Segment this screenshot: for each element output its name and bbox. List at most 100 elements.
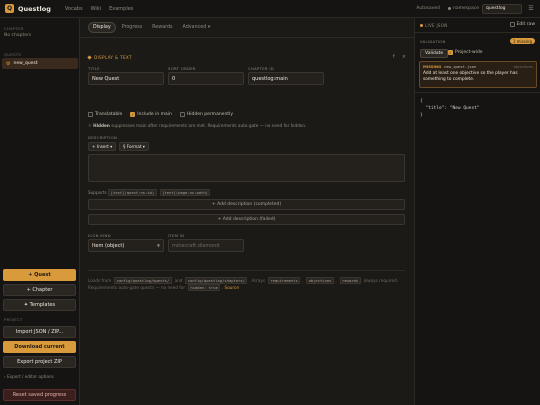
edit-raw-checkbox[interactable]: Edit raw (509, 22, 535, 27)
footer-note: Loads from config/questlog/quests/ and c… (88, 277, 408, 291)
footer-divider (88, 270, 405, 271)
tab-display[interactable]: Display (88, 22, 116, 33)
namespace-label: namespace (448, 6, 479, 11)
hidden-hint: ☼ Hidden suppresses main after requireme… (88, 123, 306, 128)
item-id-label: ITEM ID (168, 233, 185, 238)
nav-wiki[interactable]: Wiki (91, 6, 102, 12)
checkbox-unchecked-icon (509, 22, 515, 27)
hidden-permanently-checkbox[interactable]: Hidden permanently (179, 112, 233, 117)
message-field: objectives (513, 64, 533, 69)
left-sidebar: CHAPTER No chapters QUESTS ⚙ new_quest +… (0, 18, 80, 405)
title-label: TITLE (88, 66, 100, 71)
checkbox-checked-icon: ✓ (448, 50, 453, 55)
add-failed-description-button[interactable]: + Add description (failed) (88, 214, 405, 225)
format-button[interactable]: § Format ▾ (119, 142, 149, 151)
questlog-logo-icon: Q (5, 4, 14, 13)
nav-examples[interactable]: Examples (109, 6, 133, 12)
source-link[interactable]: Source (225, 285, 239, 290)
live-dot-icon (420, 24, 423, 27)
footer-code-requirements: requirements (267, 277, 301, 284)
supports-prefix: Supports (88, 190, 107, 195)
include-in-main-checkbox[interactable]: ✓ Include in main (130, 112, 172, 117)
tab-progress[interactable]: Progress (118, 23, 146, 32)
nav-vocabs[interactable]: Vocabs (65, 6, 83, 12)
export-project-button[interactable]: Export project ZIP (3, 356, 76, 368)
project-wide-checkbox[interactable]: ✓ Project-wide (448, 50, 483, 55)
description-textarea[interactable] (88, 154, 405, 182)
include-in-main-label: Include in main (137, 112, 172, 117)
message-file: new_quest.json (444, 64, 477, 69)
tab-rewards[interactable]: Rewards (148, 23, 176, 32)
tab-divider (80, 37, 414, 38)
import-button[interactable]: Import JSON / ZIP... (3, 326, 76, 338)
top-nav: Vocabs Wiki Examples (65, 6, 142, 12)
section-diamond-icon (87, 55, 92, 60)
namespace-input[interactable]: questlog (482, 3, 522, 14)
icon-kind-value: Item (object) (92, 242, 125, 249)
quest-list-item[interactable]: ⚙ new_quest (2, 58, 78, 69)
add-completed-description-button[interactable]: + Add description (completed) (88, 199, 405, 210)
add-quest-button[interactable]: + Quest (3, 269, 76, 281)
description-label: DESCRIPTION (88, 135, 117, 140)
supports-hint: Supports [text](quest:ns:id) [text](page… (88, 189, 212, 196)
footer-text: . (221, 285, 224, 290)
hint-icon: ☼ (88, 123, 92, 128)
top-right-controls: Autosaved namespace questlog ☰ (416, 3, 536, 14)
checkbox-unchecked-icon (179, 112, 185, 117)
sort-order-label: SORT ORDER (168, 66, 196, 71)
live-json-header: LIVE JSON (420, 23, 448, 28)
export-options-toggle[interactable]: › Export / editor options (4, 374, 54, 379)
no-chapters-text: No chapters (4, 33, 32, 38)
footer-code-chapters-path: config/questlog/chapters/ (185, 277, 248, 284)
checkbox-checked-icon: ✓ (130, 112, 136, 117)
live-json-label: LIVE JSON (425, 23, 448, 28)
reset-progress-button[interactable]: Reset saved progress (3, 389, 76, 401)
section-header: DISPLAY & TEXT (87, 55, 132, 60)
validation-message[interactable]: MISSING new_quest.json objectives Add at… (419, 61, 537, 88)
right-panel: LIVE JSON Edit raw VALIDATION 1 missing … (414, 18, 540, 405)
hint-text: suppresses main after requirements are m… (111, 123, 307, 128)
download-current-button[interactable]: Download current (3, 341, 76, 353)
footer-text: , (335, 278, 337, 283)
menu-icon[interactable]: ☰ (526, 4, 536, 14)
quest-item-label: new_quest (13, 61, 38, 66)
sort-order-input[interactable]: 0 (168, 72, 244, 85)
chevron-down-icon: ▼ (156, 243, 160, 248)
namespace-label-text: namespace (453, 6, 479, 11)
message-text: Add at least one objective so the player… (423, 71, 518, 82)
page-link-syntax: [text](page:ns:path) (159, 189, 211, 196)
hint-bold: Hidden (93, 123, 110, 128)
description-toolbar: + Insert ▾ § Format ▾ (88, 142, 152, 151)
flag-checkboxes: Translatable ✓ Include in main Hidden pe… (88, 112, 241, 117)
validate-button[interactable]: Validate (420, 49, 449, 58)
editor-tabs: Display Progress Rewards Advanced ▾ (88, 22, 216, 33)
move-up-icon[interactable]: ↑ (392, 54, 396, 60)
project-wide-label: Project-wide (455, 50, 483, 55)
tab-advanced[interactable]: Advanced ▾ (179, 23, 215, 32)
add-chapter-button[interactable]: + Chapter (3, 284, 76, 296)
icon-kind-select[interactable]: Item (object) ▼ (88, 239, 164, 252)
translatable-checkbox[interactable]: Translatable (88, 112, 122, 117)
hidden-permanently-label: Hidden permanently (186, 112, 233, 117)
top-bar: Q Questlog Vocabs Wiki Examples Autosave… (0, 0, 540, 18)
project-section-label: PROJECT (4, 317, 23, 322)
validation-label: VALIDATION (420, 39, 446, 44)
quest-gear-icon: ⚙ (6, 60, 11, 67)
panel-divider (415, 92, 540, 93)
footer-text: and (174, 278, 183, 283)
missing-count-badge: 1 missing (509, 38, 535, 44)
edit-raw-label: Edit raw (516, 22, 535, 27)
footer-text: always required. (363, 278, 399, 283)
section-tools: ↑ × (386, 54, 406, 60)
templates-button[interactable]: ✦ Templates (3, 299, 76, 311)
app-logo[interactable]: Q Questlog (5, 4, 51, 13)
panel-divider (415, 32, 540, 33)
footer-text: Requirements auto-gate quests — no need … (88, 285, 186, 290)
chapter-id-input[interactable]: questlog:main (248, 72, 324, 85)
item-id-input[interactable]: minecraft:diamond (168, 239, 244, 252)
insert-button[interactable]: + Insert ▾ (88, 142, 117, 151)
footer-text: . Arrays (248, 278, 266, 283)
title-input[interactable]: New Quest (88, 72, 164, 85)
autosaved-status: Autosaved (416, 6, 441, 11)
close-icon[interactable]: × (402, 54, 406, 60)
